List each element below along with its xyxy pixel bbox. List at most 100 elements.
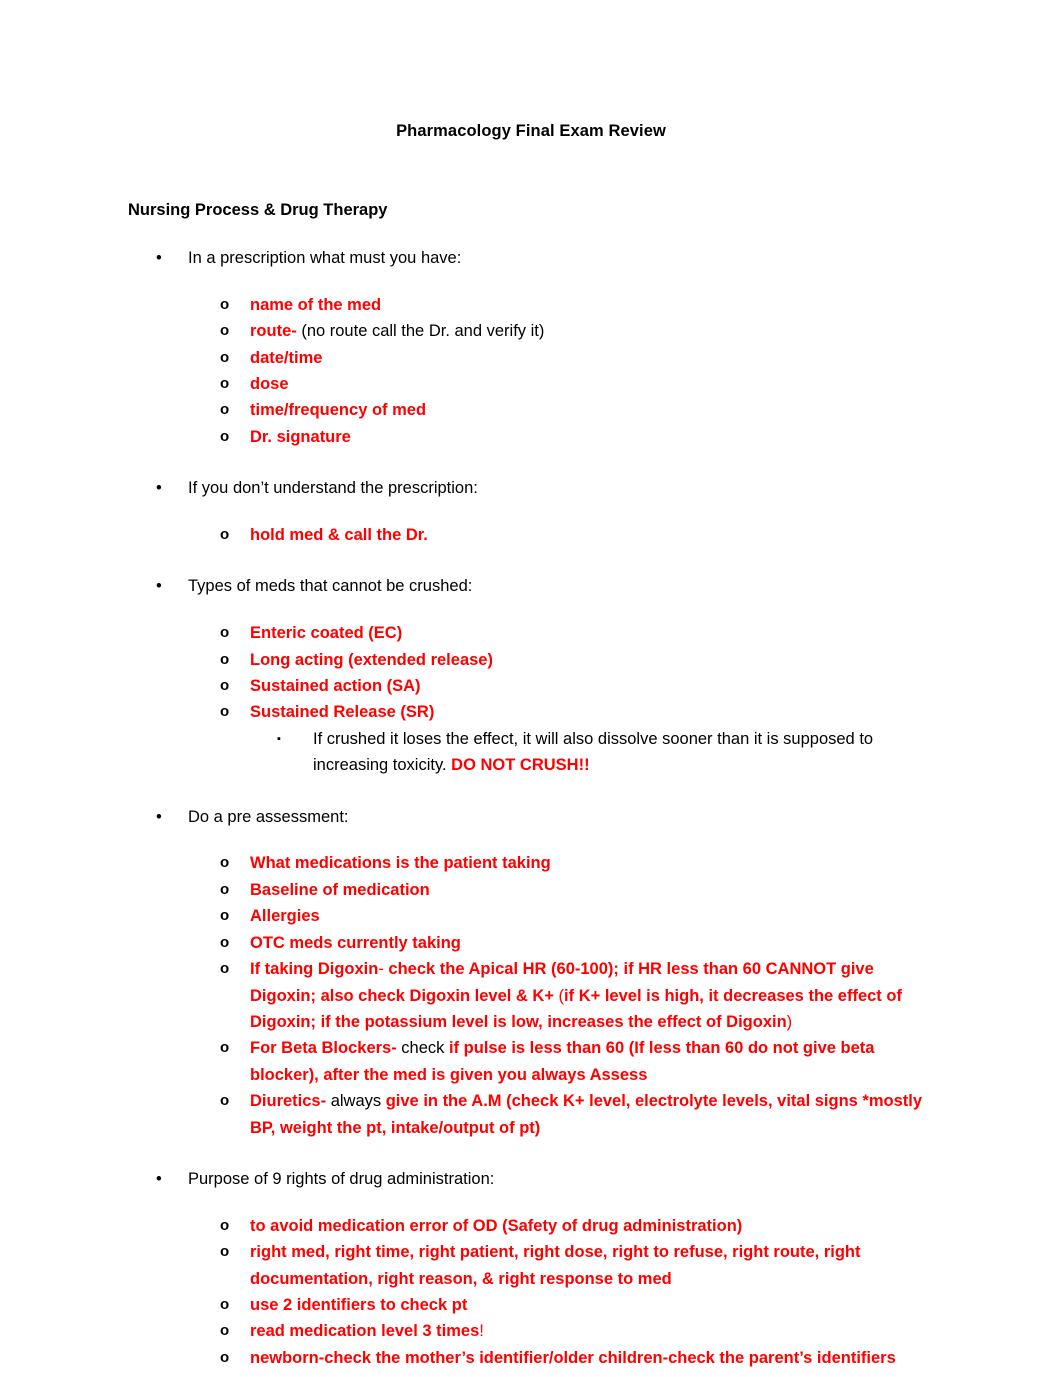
text-run: check: [396, 1039, 449, 1058]
section-pre-assessment: • Do a pre assessment: o What medication…: [0, 805, 1062, 1141]
list-item-label: hold med & call the Dr.: [250, 526, 428, 545]
bullet-o-icon: o: [220, 322, 230, 340]
list-item-label: route-: [250, 322, 297, 341]
section-cannot-be-crushed: • Types of meds that cannot be crushed: …: [0, 574, 1062, 778]
list-item: o OTC meds currently taking: [0, 930, 1062, 956]
text-run: For Beta Blockers-: [250, 1039, 397, 1058]
bullet-o-icon: o: [220, 1322, 230, 1340]
list-item: o Long acting (extended release): [0, 647, 1062, 673]
list-item-label: dose: [250, 375, 289, 394]
bullet-o-icon: o: [220, 1039, 230, 1057]
list-item-label: Allergies: [250, 907, 320, 926]
list-item: • In a prescription what must you have:: [0, 246, 1062, 272]
bullet-o-icon: o: [220, 933, 230, 951]
bullet-o-icon: o: [220, 624, 230, 642]
list-item-label: Baseline of medication: [250, 880, 430, 899]
list-item: o dose: [0, 371, 1062, 397]
bullet-o-icon: o: [220, 703, 230, 721]
list-item: o For Beta Blockers- check if pulse is l…: [0, 1035, 1062, 1088]
bullet-o-icon: o: [220, 650, 230, 668]
bullet-dot-icon: •: [156, 479, 162, 498]
text-run: read medication level 3 times: [250, 1322, 480, 1341]
bullet-o-icon: o: [220, 526, 230, 544]
text-run: newborn-check the mother’s identifier/ol…: [250, 1348, 896, 1367]
list-item-label: time/frequency of med: [250, 401, 427, 420]
list-item: o time/frequency of med: [0, 397, 1062, 423]
list-item-label: For Beta Blockers- check if pulse is les…: [250, 1039, 874, 1083]
list-item-label: date/time: [250, 348, 323, 367]
list-item: o read medication level 3 times!: [0, 1318, 1062, 1344]
list-item: o If taking Digoxin- check the Apical HR…: [0, 956, 1062, 1035]
text-run: ): [786, 1012, 793, 1031]
list-item-label: What medications is the patient taking: [250, 854, 551, 873]
list-item: o right med, right time, right patient, …: [0, 1239, 1062, 1292]
bullet-dot-icon: •: [156, 577, 162, 596]
list-item-label: OTC meds currently taking: [250, 933, 461, 952]
list-item: o Baseline of medication: [0, 877, 1062, 903]
bullet-o-icon: o: [220, 401, 230, 419]
list-item: o name of the med: [0, 292, 1062, 318]
list-item: • Do a pre assessment:: [0, 805, 1062, 831]
bullet-dot-icon: •: [156, 807, 162, 826]
bullet-o-icon: o: [220, 907, 230, 925]
bullet-dot-icon: •: [156, 249, 162, 267]
text-run: always: [326, 1092, 386, 1111]
list-item-label: right med, right time, right patient, ri…: [250, 1243, 861, 1288]
bullet-o-icon: o: [220, 960, 230, 978]
list-item-label: If crushed it loses the effect, it will …: [313, 729, 874, 775]
text-run: Diuretics-: [250, 1092, 327, 1111]
bullet-o-icon: o: [220, 348, 230, 366]
list-item: o route- (no route call the Dr. and veri…: [0, 318, 1062, 344]
list-item: o hold med & call the Dr.: [0, 522, 1062, 548]
list-item-label: newborn-check the mother’s identifier/ol…: [250, 1349, 896, 1367]
list-item-label: use 2 identifiers to check pt: [250, 1295, 468, 1314]
list-item-label: Sustained Release (SR): [250, 703, 435, 722]
list-item-label: Diuretics- always give in the A.M (check…: [250, 1092, 922, 1136]
list-item-label: Do a pre assessment:: [188, 807, 349, 826]
list-item-label: Types of meds that cannot be crushed:: [188, 577, 473, 596]
section-nine-rights: • Purpose of 9 rights of drug administra…: [0, 1167, 1062, 1371]
bullet-square-icon: ▪: [277, 732, 281, 745]
page-title: Pharmacology Final Exam Review: [396, 122, 666, 140]
list-item-label: Dr. signature: [250, 427, 351, 446]
section-unclear-prescription: • If you don’t understand the prescripti…: [0, 476, 1062, 548]
list-item: o Dr. signature: [0, 424, 1062, 450]
bullet-o-icon: o: [220, 854, 230, 872]
list-item: o Diuretics- always give in the A.M (che…: [0, 1088, 1062, 1141]
bullet-o-icon: o: [220, 880, 230, 898]
bullet-o-icon: o: [220, 1092, 230, 1110]
list-item-label: Sustained action (SA): [250, 677, 421, 696]
list-item-label: In a prescription what must you have:: [188, 249, 462, 267]
text-run: If taking Digoxin: [250, 960, 379, 979]
list-item-label: name of the med: [250, 295, 382, 314]
list-item-emphasis: DO NOT CRUSH!!: [451, 756, 590, 775]
list-item: o Sustained action (SA): [0, 673, 1062, 699]
list-item: ▪ If crushed it loses the effect, it wil…: [0, 726, 1062, 779]
list-item: o use 2 identifiers to check pt: [0, 1292, 1062, 1318]
document-page: Pharmacology Final Exam Review Nursing P…: [0, 0, 1062, 1377]
list-item-label: Enteric coated (EC): [250, 624, 403, 643]
list-item: • Purpose of 9 rights of drug administra…: [0, 1167, 1062, 1193]
bullet-o-icon: o: [220, 375, 230, 393]
list-item-label: Long acting (extended release): [250, 650, 493, 669]
list-item-label: read medication level 3 times!: [250, 1322, 484, 1340]
list-item: o What medications is the patient taking: [0, 850, 1062, 876]
list-item: o Allergies: [0, 903, 1062, 929]
list-item-label: to avoid medication error of OD (Safety …: [250, 1216, 743, 1235]
list-item: • Types of meds that cannot be crushed:: [0, 574, 1062, 600]
list-item: o newborn-check the mother’s identifier/…: [0, 1345, 1062, 1371]
bullet-o-icon: o: [220, 1348, 230, 1366]
list-item-note: (no route call the Dr. and verify it): [296, 322, 545, 341]
bullet-o-icon: o: [220, 1216, 230, 1234]
bullet-o-icon: o: [220, 295, 230, 313]
list-item: o Enteric coated (EC): [0, 620, 1062, 646]
list-item: o to avoid medication error of OD (Safet…: [0, 1213, 1062, 1239]
bullet-dot-icon: •: [156, 1169, 162, 1188]
section-prescription-requirements: • In a prescription what must you have: …: [0, 246, 1062, 450]
bullet-o-icon: o: [220, 427, 230, 445]
text-run: !: [479, 1322, 484, 1341]
section-heading: Nursing Process & Drug Therapy: [128, 201, 388, 219]
list-item-label: If you don’t understand the prescription…: [188, 479, 478, 498]
bullet-o-icon: o: [220, 1243, 230, 1261]
list-item-label: If taking Digoxin- check the Apical HR (…: [250, 960, 902, 1031]
